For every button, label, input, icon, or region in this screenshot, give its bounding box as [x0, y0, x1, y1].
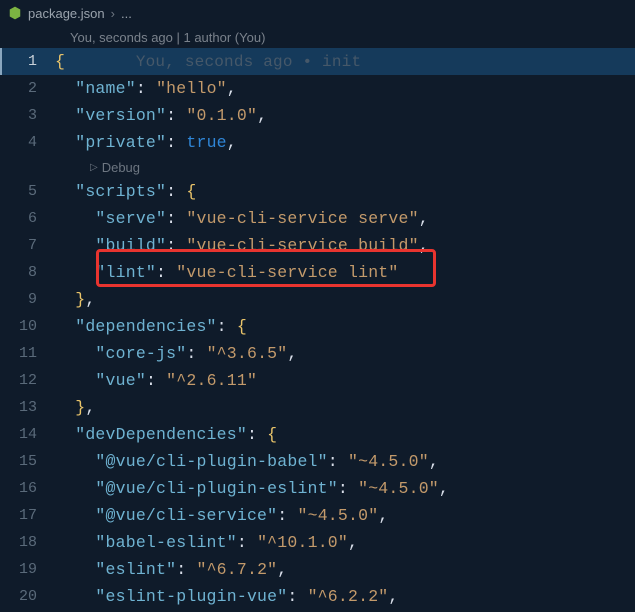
code-line[interactable]: 16 "@vue/cli-plugin-eslint": "~4.5.0",: [0, 475, 635, 502]
breadcrumb[interactable]: package.json › ...: [0, 0, 635, 26]
line-number: 11: [0, 345, 55, 362]
code-line[interactable]: 14 "devDependencies": {: [0, 421, 635, 448]
line-number: 6: [0, 210, 55, 227]
line-number: 9: [0, 291, 55, 308]
line-number: 12: [0, 372, 55, 389]
code-content: "babel-eslint": "^10.1.0",: [55, 533, 358, 552]
line-number: 14: [0, 426, 55, 443]
breadcrumb-tail[interactable]: ...: [121, 6, 132, 21]
code-content: "core-js": "^3.6.5",: [55, 344, 298, 363]
code-line[interactable]: 1{ You, seconds ago • init: [0, 48, 635, 75]
code-content: "version": "0.1.0",: [55, 106, 267, 125]
line-number: 8: [0, 264, 55, 281]
play-icon: ▷: [90, 162, 98, 173]
line-number: 1: [0, 53, 55, 70]
code-content: "vue": "^2.6.11": [55, 371, 257, 390]
code-line[interactable]: 20 "eslint-plugin-vue": "^6.2.2",: [0, 583, 635, 610]
line-number: 20: [0, 588, 55, 605]
code-content: },: [55, 398, 95, 417]
debug-codelens-label: Debug: [102, 160, 140, 175]
code-line[interactable]: 17 "@vue/cli-service": "~4.5.0",: [0, 502, 635, 529]
line-number: 18: [0, 534, 55, 551]
code-content: "serve": "vue-cli-service serve",: [55, 209, 429, 228]
gitlens-blame-header[interactable]: You, seconds ago | 1 author (You): [0, 26, 635, 48]
code-line[interactable]: 15 "@vue/cli-plugin-babel": "~4.5.0",: [0, 448, 635, 475]
code-line[interactable]: 2 "name": "hello",: [0, 75, 635, 102]
code-content: "devDependencies": {: [55, 425, 277, 444]
code-line[interactable]: 11 "core-js": "^3.6.5",: [0, 340, 635, 367]
code-editor[interactable]: 1{ You, seconds ago • init2 "name": "hel…: [0, 48, 635, 610]
code-line[interactable]: 5 "scripts": {: [0, 178, 635, 205]
code-content: "name": "hello",: [55, 79, 237, 98]
inline-blame: You, seconds ago • init: [136, 53, 361, 71]
code-content: },: [55, 290, 95, 309]
code-line[interactable]: 10 "dependencies": {: [0, 313, 635, 340]
blame-header-text: You, seconds ago | 1 author (You): [70, 30, 265, 45]
code-line[interactable]: 3 "version": "0.1.0",: [0, 102, 635, 129]
code-line[interactable]: 4 "private": true,: [0, 129, 635, 156]
code-line[interactable]: 8 "lint": "vue-cli-service lint": [0, 259, 635, 286]
code-line[interactable]: 6 "serve": "vue-cli-service serve",: [0, 205, 635, 232]
code-content: { You, seconds ago • init: [55, 52, 361, 71]
line-number: 2: [0, 80, 55, 97]
line-number: 4: [0, 134, 55, 151]
line-number: 13: [0, 399, 55, 416]
code-line[interactable]: 19 "eslint": "^6.7.2",: [0, 556, 635, 583]
line-number: 10: [0, 318, 55, 335]
code-line[interactable]: 18 "babel-eslint": "^10.1.0",: [0, 529, 635, 556]
code-content: "dependencies": {: [55, 317, 247, 336]
code-content: "@vue/cli-plugin-eslint": "~4.5.0",: [55, 479, 449, 498]
line-number: 7: [0, 237, 55, 254]
breadcrumb-file[interactable]: package.json: [28, 6, 105, 21]
code-line[interactable]: 7 "build": "vue-cli-service build",: [0, 232, 635, 259]
code-line[interactable]: 9 },: [0, 286, 635, 313]
code-content: "scripts": {: [55, 182, 196, 201]
code-content: "lint": "vue-cli-service lint": [55, 263, 399, 282]
line-number: 15: [0, 453, 55, 470]
line-number: 16: [0, 480, 55, 497]
debug-codelens[interactable]: ▷ Debug: [0, 156, 635, 178]
code-content: "eslint-plugin-vue": "^6.2.2",: [55, 587, 399, 606]
nodejs-icon: [8, 6, 22, 20]
line-number: 17: [0, 507, 55, 524]
chevron-right-icon: ›: [111, 6, 115, 21]
code-content: "@vue/cli-service": "~4.5.0",: [55, 506, 388, 525]
code-content: "build": "vue-cli-service build",: [55, 236, 429, 255]
line-number: 5: [0, 183, 55, 200]
code-content: "eslint": "^6.7.2",: [55, 560, 287, 579]
code-content: "@vue/cli-plugin-babel": "~4.5.0",: [55, 452, 439, 471]
code-line[interactable]: 12 "vue": "^2.6.11": [0, 367, 635, 394]
code-content: "private": true,: [55, 133, 237, 152]
line-number: 3: [0, 107, 55, 124]
code-line[interactable]: 13 },: [0, 394, 635, 421]
line-number: 19: [0, 561, 55, 578]
